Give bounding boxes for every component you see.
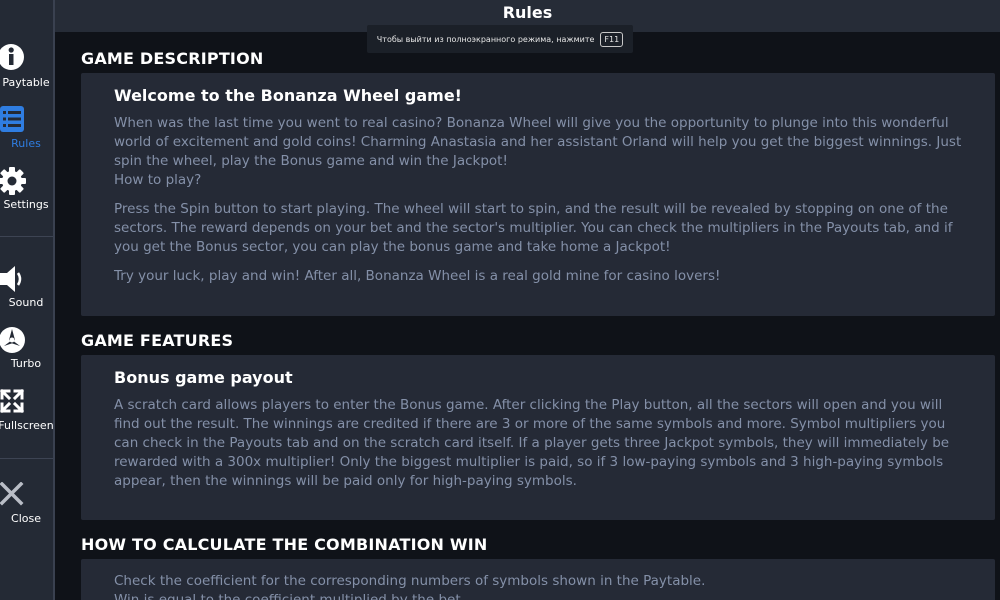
sidebar-item-label: Turbo [10,357,42,370]
page-title: Rules [502,3,553,22]
paragraph: Try your luck, play and win! After all, … [114,268,721,284]
fullscreen-hint: Чтобы выйти из полноэкранного режима, на… [367,25,633,53]
combination-card: Check the coefficient for the correspond… [81,559,995,600]
section-title-combination: HOW TO CALCULATE THE COMBINATION WIN [81,535,488,554]
speaker-icon [0,266,22,292]
paragraph: Win is equal to the coefficient multipli… [114,592,465,600]
info-icon [0,44,24,70]
turbo-icon [0,327,25,353]
paragraph: Press the Spin button to start playing. … [114,201,953,255]
sidebar-item-label: Rules [11,137,41,150]
sidebar-divider [0,458,53,459]
sidebar-divider [0,236,53,237]
features-card: Bonus game payout A scratch card allows … [81,355,995,520]
close-icon [0,482,24,506]
sidebar-item-label: Close [11,512,41,525]
f11-key-badge: F11 [600,31,624,47]
paragraph: Check the coefficient for the correspond… [114,573,706,589]
sidebar-item-label: Settings [3,198,49,211]
paragraph: When was the last time you went to real … [114,115,962,169]
rules-content[interactable]: GAME DESCRIPTION Welcome to the Bonanza … [55,32,1000,600]
section-title-features: GAME FEATURES [81,331,234,350]
card-heading: Bonus game payout [114,368,293,387]
paragraph: A scratch card allows players to enter t… [114,397,950,489]
description-card: Welcome to the Bonanza Wheel game! When … [81,73,995,316]
sidebar-item-label: Paytable [2,76,50,89]
sidebar-item-label: Fullscreen [0,419,54,432]
sidebar-item-label: Sound [8,296,44,309]
section-title-description: GAME DESCRIPTION [81,49,264,68]
fullscreen-hint-text: Чтобы выйти из полноэкранного режима, на… [376,34,595,44]
card-heading: Welcome to the Bonanza Wheel game! [114,86,462,105]
gear-icon [0,167,26,195]
expand-icon [0,389,25,414]
list-icon [0,106,24,132]
paragraph: How to play? [114,172,202,188]
sidebar: Paytable Rules Settings Sound Turbo Full… [0,0,55,600]
